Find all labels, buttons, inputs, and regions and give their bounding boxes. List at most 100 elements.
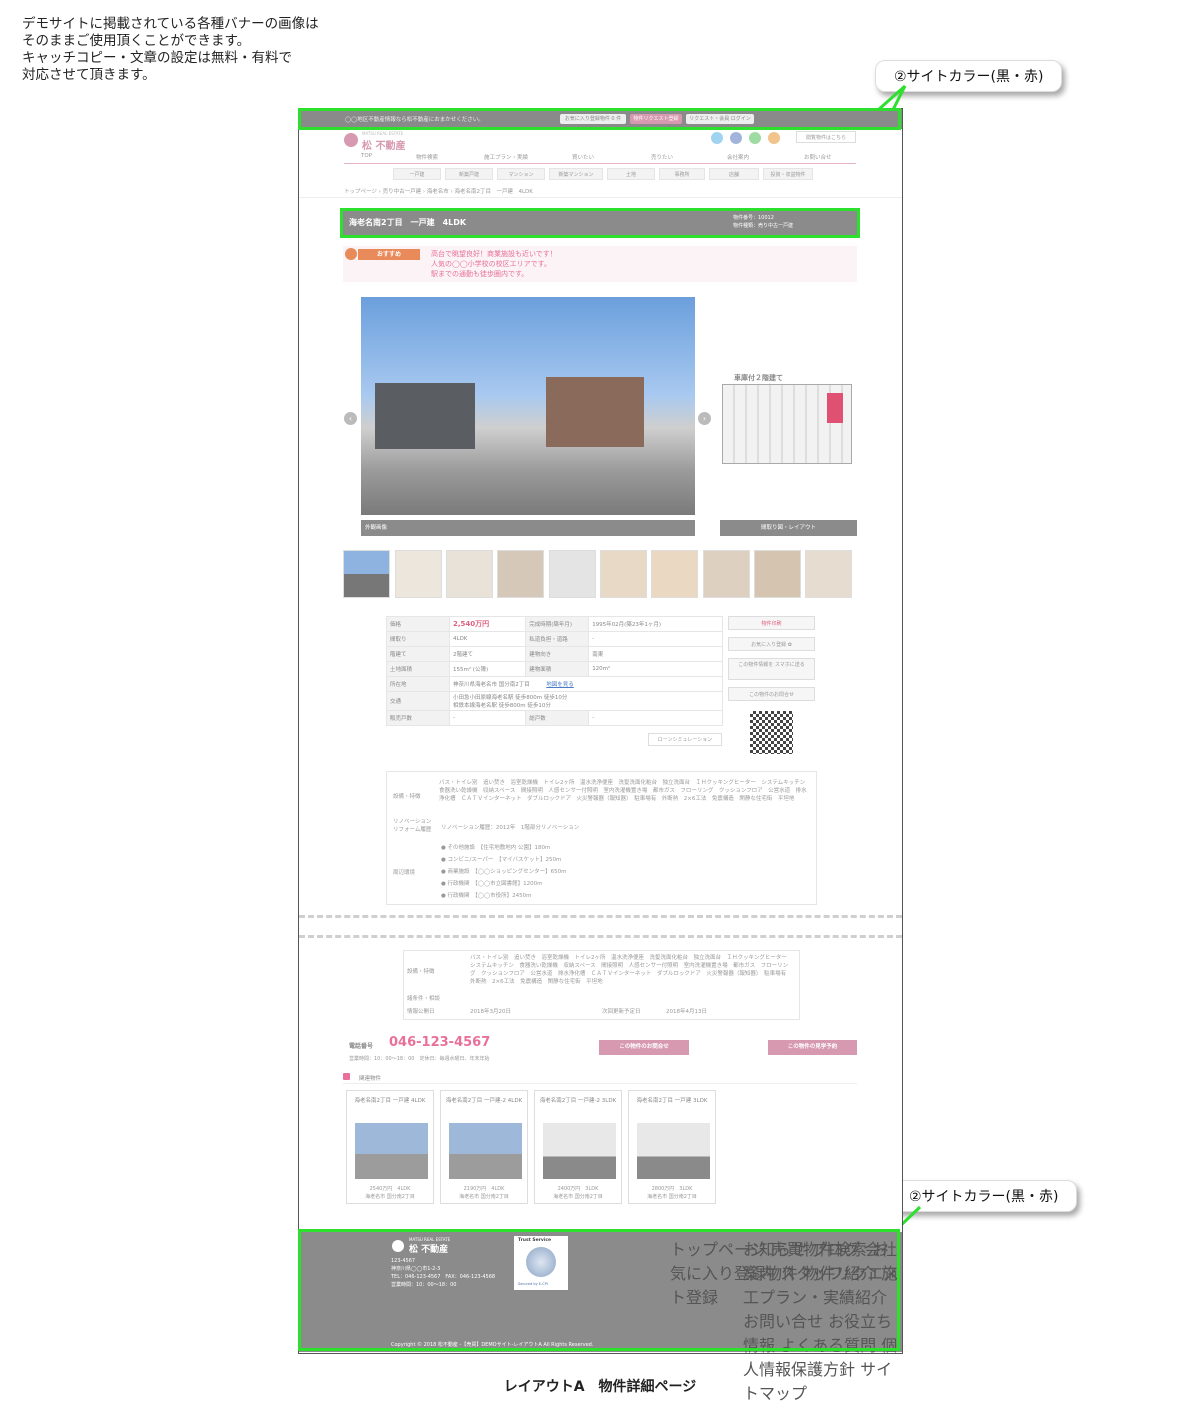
facebook-icon[interactable]	[730, 132, 742, 144]
thumbs-up-icon	[345, 248, 357, 260]
conditions-label: 諸条件・相談	[407, 996, 441, 1002]
related-card-1[interactable]: 海老名南2丁目 一戸建 4LDK 2540万円 4LDK 海老名市 国分南2丁目	[346, 1090, 434, 1204]
spec-value: 120m²	[588, 661, 723, 677]
spec-key: 階建て	[386, 646, 450, 662]
gallery-next-icon[interactable]: ›	[698, 412, 711, 425]
logo-subtitle: MATSU REAL ESTATE	[362, 131, 404, 136]
spec-key: 建物向き	[525, 646, 590, 662]
thumbnail-3[interactable]	[446, 550, 493, 598]
lower-equip-label: 設備・特徴	[407, 969, 435, 975]
spec-price: 2,540万円	[448, 616, 527, 632]
thumbnail-7[interactable]	[651, 550, 698, 598]
related-card-2[interactable]: 海老名南2丁目 一戸建-2 4LDK 2190万円 4LDK 海老名市 国分南2丁…	[440, 1090, 528, 1204]
spec-traffic-2: 相鉄本線海老名駅 徒歩800m 徒歩10分	[453, 703, 551, 709]
main-exterior-photo[interactable]	[361, 297, 695, 515]
spec-address: 神奈川県海老名市 国分南2丁目	[453, 682, 530, 688]
subnav-new-house[interactable]: 新築戸建	[445, 168, 493, 180]
related-info: 2540万円 4LDK 海老名市 国分南2丁目	[347, 1185, 433, 1201]
env-list: ● その他施設 【住宅地敷地内 公園】180m ● コンビニ/スーパー 【マイバ…	[441, 842, 566, 902]
table-row: 販売戸数 - 総戸数 -	[386, 710, 723, 726]
subnav-investment[interactable]: 投資・収益物件	[763, 168, 813, 180]
spec-value: 2階建て	[448, 646, 527, 662]
spec-key: 価格	[386, 616, 450, 632]
thumbnail-6[interactable]	[600, 550, 647, 598]
spec-key: 完成時期(築年月)	[525, 616, 590, 632]
viewed-properties-button[interactable]: 閲覧物件はこちら	[796, 131, 856, 143]
list-item: ● 行政機関 【◯◯市立図書館】1200m	[441, 881, 543, 887]
inquiry-button[interactable]: この物件のお問合せ	[599, 1040, 689, 1055]
thumbnail-4[interactable]	[497, 550, 544, 598]
related-price: 2800万円 3LDK	[651, 1186, 693, 1192]
contact-property-button[interactable]: この物件のお問合せ	[728, 687, 815, 701]
subnav-house[interactable]: 一戸建	[393, 168, 441, 180]
spec-table: 価格 2,540万円 完成時期(築年月) 1995年02月(築23年1ヶ月) 間…	[386, 616, 723, 726]
nav-sell[interactable]: 売りたい	[651, 153, 673, 161]
nav-top[interactable]: TOP	[361, 153, 372, 159]
table-row: 階建て 2階建て 建物向き 南東	[386, 646, 723, 662]
related-title: 海老名南2丁目 一戸建 4LDK	[354, 1098, 426, 1104]
related-card-4[interactable]: 海老名南2丁目 一戸建 3LDK 2800万円 3LDK 海老名市 国分南2丁目	[628, 1090, 716, 1204]
visit-reservation-button[interactable]: この物件の見学予約	[768, 1040, 857, 1055]
recommend-text: 高台で眺望良好！商業施設も近いです！ 人気の◯◯小学校の校区エリアです。 駅まで…	[431, 249, 557, 279]
thumbnail-1[interactable]	[343, 550, 390, 598]
equip-text: バス・トイレ別 追い焚き 浴室乾燥機 トイレ2ヶ所 温水洗浄便座 洗髪洗面化粧台…	[439, 780, 811, 802]
cut-line-1	[299, 915, 902, 918]
related-info: 2400万円 3LDK 海老名市 国分南2丁目	[535, 1185, 621, 1201]
house-left	[375, 383, 475, 449]
nav-company[interactable]: 会社案内	[727, 153, 749, 161]
recommend-line-3: 駅までの通勤も徒歩圏内です。	[431, 270, 529, 278]
spec-address-cell: 神奈川県海老名市 国分南2丁目 地図を見る	[449, 676, 723, 692]
thumbnail-5[interactable]	[549, 550, 596, 598]
next-update-date: 2018年4月13日	[666, 1009, 707, 1015]
subnav-new-mansion[interactable]: 新築マンション	[549, 168, 603, 180]
tel-label: 電話番号	[349, 1043, 374, 1050]
subnav-land[interactable]: 土地	[607, 168, 655, 180]
nav-plans[interactable]: 施工プラン・実績	[484, 153, 528, 161]
spec-value: 南東	[588, 646, 723, 662]
recommend-label: おすすめ	[358, 249, 420, 260]
related-icon	[343, 1073, 350, 1080]
business-hours: 営業時間：10：00〜18：00 定休日：毎週水曜日、年末年始	[349, 1056, 490, 1062]
related-card-3[interactable]: 海老名南2丁目 一戸建-2 3LDK 2400万円 3LDK 海老名市 国分南2丁…	[534, 1090, 622, 1204]
related-title: 海老名南2丁目 一戸建-2 4LDK	[445, 1098, 523, 1104]
breadcrumb: トップページ › 売り中古一戸建 › 海老名市 › 海老名南2丁目 一戸建 4L…	[344, 189, 533, 195]
publish-date-label: 情報公開日	[407, 1009, 435, 1015]
thumbnail-10[interactable]	[805, 550, 852, 598]
related-title: 海老名南2丁目 一戸建-2 3LDK	[539, 1098, 617, 1104]
list-item: ● 商業施設 【◯◯ショッピングセンター】650m	[441, 869, 567, 875]
floor-plan-caption: 間取り図・レイアウト	[720, 520, 857, 536]
breadcrumb-divider	[299, 197, 902, 198]
floor-plan-image[interactable]	[722, 384, 852, 464]
spec-value: -	[448, 710, 527, 726]
table-row: 交通 小田急小田原線海老名駅 徒歩800m 徒歩10分 相鉄本線海老名駅 徒歩80…	[386, 691, 723, 711]
spec-key: 所在地	[386, 676, 450, 692]
related-photo	[449, 1123, 522, 1179]
related-address: 海老名市 国分南2丁目	[365, 1194, 415, 1200]
qr-code	[750, 711, 793, 754]
nav-search[interactable]: 物件検索	[416, 153, 438, 161]
twitter-icon[interactable]	[711, 132, 723, 144]
thumbnail-8[interactable]	[703, 550, 750, 598]
subnav-mansion[interactable]: マンション	[497, 168, 545, 180]
rss-icon[interactable]	[768, 132, 780, 144]
tel-number[interactable]: 046-123-4567	[389, 1035, 490, 1050]
map-link[interactable]: 地図を見る	[546, 682, 574, 688]
gallery-prev-icon[interactable]: ‹	[344, 412, 357, 425]
related-address: 海老名市 国分南2丁目	[553, 1194, 603, 1200]
line-icon[interactable]	[749, 132, 761, 144]
spec-value: 4LDK	[448, 631, 527, 647]
equip-label: 設備・特徴	[393, 794, 421, 800]
loan-simulation-button[interactable]: ローンシミュレーション	[648, 733, 722, 746]
publish-date: 2018年3月20日	[470, 1009, 511, 1015]
subnav-store[interactable]: 店舗	[709, 168, 759, 180]
logo-text[interactable]: 松 不動産	[362, 137, 405, 152]
print-button[interactable]: 物件印刷	[728, 616, 815, 630]
send-to-phone-button[interactable]: この物件情報を スマホに送る	[728, 658, 815, 680]
nav-contact[interactable]: お問い合せ	[804, 153, 832, 161]
nav-buy[interactable]: 買いたい	[572, 153, 594, 161]
thumbnail-2[interactable]	[395, 550, 442, 598]
subnav-office[interactable]: 事務所	[659, 168, 705, 180]
add-favorite-button[interactable]: お気に入り登録 ✿	[728, 637, 815, 651]
thumbnail-9[interactable]	[754, 550, 801, 598]
spec-key: 総戸数	[525, 710, 590, 726]
